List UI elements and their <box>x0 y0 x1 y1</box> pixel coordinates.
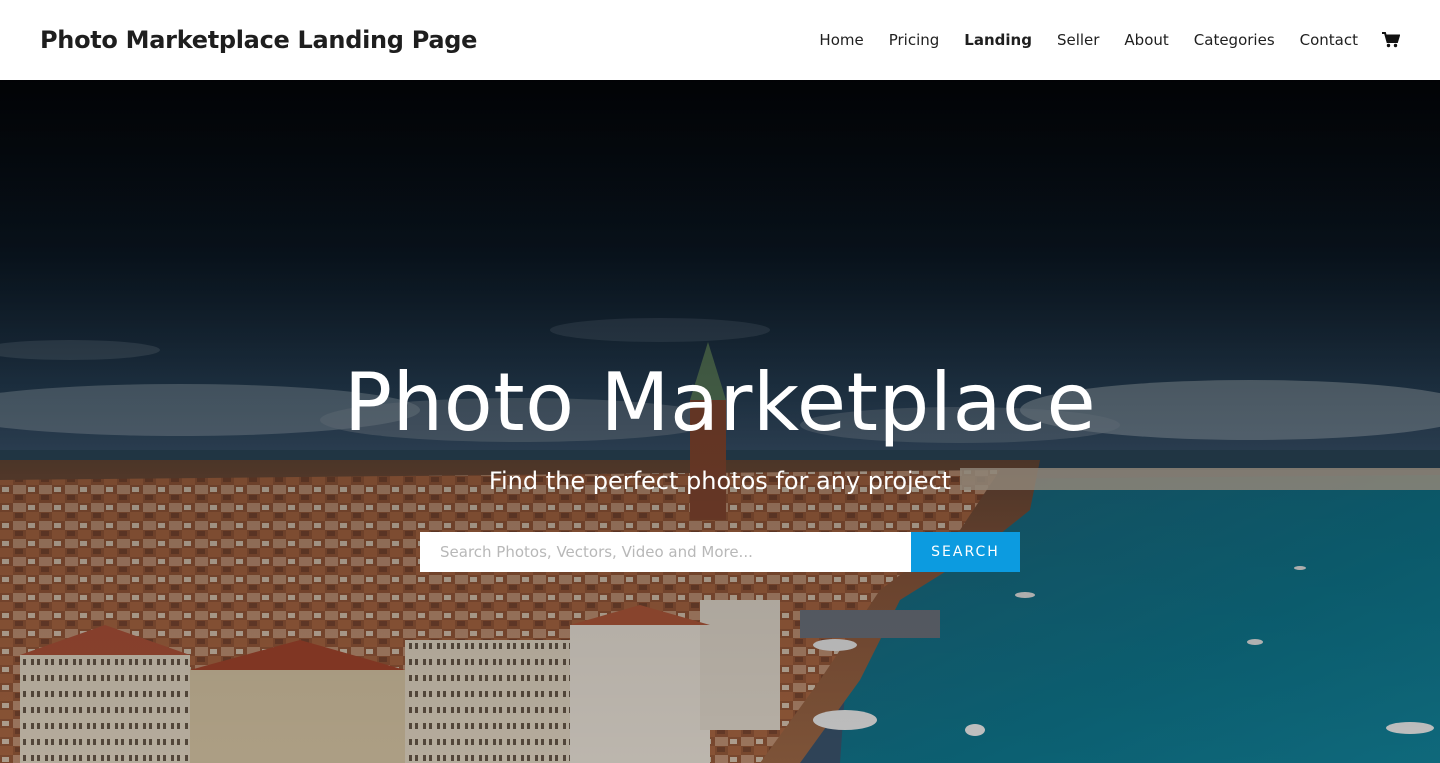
shopping-cart-icon[interactable] <box>1382 31 1400 49</box>
search-input[interactable] <box>420 532 911 572</box>
search-form: SEARCH <box>420 532 1020 572</box>
nav-item-about[interactable]: About <box>1124 31 1168 49</box>
hero-section: Photo Marketplace Find the perfect photo… <box>0 80 1440 763</box>
nav-item-categories[interactable]: Categories <box>1194 31 1275 49</box>
nav-item-seller[interactable]: Seller <box>1057 31 1099 49</box>
search-button[interactable]: SEARCH <box>911 532 1020 572</box>
hero-subtitle: Find the perfect photos for any project <box>488 467 952 495</box>
nav-item-pricing[interactable]: Pricing <box>889 31 940 49</box>
nav-item-home[interactable]: Home <box>819 31 863 49</box>
nav-item-landing[interactable]: Landing <box>964 31 1032 49</box>
main-nav: Home Pricing Landing Seller About Catego… <box>794 0 1400 80</box>
hero-content: Photo Marketplace Find the perfect photo… <box>0 80 1440 763</box>
hero-title: Photo Marketplace <box>343 356 1097 449</box>
nav-item-contact[interactable]: Contact <box>1300 31 1358 49</box>
site-header: Photo Marketplace Landing Page Home Pric… <box>0 0 1440 80</box>
site-title[interactable]: Photo Marketplace Landing Page <box>40 26 477 54</box>
